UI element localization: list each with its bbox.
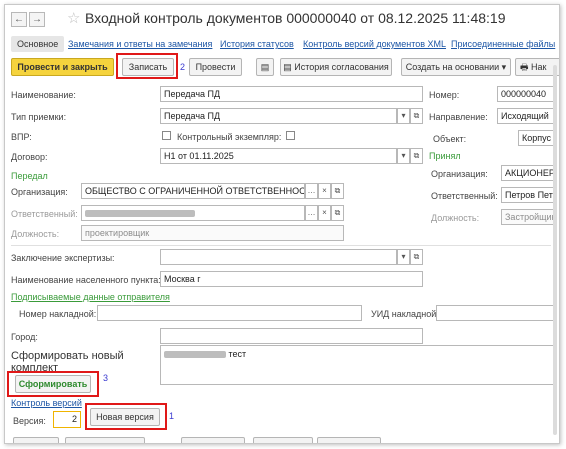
- expertise-open-icon[interactable]: ⧉: [410, 249, 423, 265]
- window-title: Входной контроль документов 000000040 от…: [85, 10, 506, 26]
- receiver-position-field: Застройщик: [501, 209, 556, 225]
- type-label: Тип приемки:: [11, 112, 67, 122]
- document-window: ← → ☆ Входной контроль документов 000000…: [4, 4, 560, 444]
- documents-icon[interactable]: ▤: [256, 58, 274, 76]
- responsible-field[interactable]: [81, 205, 305, 221]
- uid-field[interactable]: [436, 305, 556, 321]
- bottom-button-5[interactable]: [317, 437, 381, 443]
- org-field[interactable]: ОБЩЕСТВО С ОГРАНИЧЕННОЙ ОТВЕТСТВЕННОСТЬЮ: [81, 183, 305, 199]
- version-label: Версия:: [13, 416, 46, 426]
- vertical-scrollbar[interactable]: [553, 65, 557, 435]
- expertise-dropdown-icon[interactable]: ▾: [397, 249, 410, 265]
- printer-icon: 🖶: [520, 62, 529, 72]
- bottom-button-2[interactable]: [65, 437, 145, 443]
- chevron-down-icon: ▾: [501, 62, 507, 72]
- contract-field[interactable]: Н1 от 01.11.2025: [160, 148, 397, 164]
- number-field[interactable]: 000000040: [497, 86, 556, 102]
- name-field[interactable]: Передача ПД: [160, 86, 423, 102]
- type-dropdown-icon[interactable]: ▾: [397, 108, 410, 124]
- new-version-button[interactable]: Новая версия: [90, 408, 160, 426]
- forward-button[interactable]: →: [29, 12, 45, 27]
- redacted-name: [85, 210, 195, 218]
- comment-area[interactable]: тест: [160, 345, 556, 385]
- tab-main[interactable]: Основное: [11, 36, 65, 52]
- form-set-button[interactable]: Сформировать: [15, 375, 91, 393]
- redacted-text: [164, 351, 226, 359]
- contract-label: Договор:: [11, 152, 48, 162]
- receiver-org-label: Организация:: [431, 169, 488, 179]
- type-open-icon[interactable]: ⧉: [410, 108, 423, 124]
- uid-label: УИД накладной:: [371, 309, 439, 319]
- waybill-field[interactable]: [97, 305, 362, 321]
- approval-history-icon: ▤: [283, 62, 292, 72]
- bottom-button-3[interactable]: [181, 437, 245, 443]
- contract-dropdown-icon[interactable]: ▾: [397, 148, 410, 164]
- org-clear-icon[interactable]: ×: [318, 183, 331, 199]
- control-copy-label: Контрольный экземпляр:: [177, 132, 282, 142]
- position-field: проектировщик: [81, 225, 344, 241]
- city-label: Город:: [11, 332, 38, 342]
- signed-data-link[interactable]: Подписываемые данные отправителя: [11, 292, 170, 302]
- create-based-on-label: Создать на основании: [405, 62, 500, 72]
- direction-label: Направление:: [429, 112, 488, 122]
- settlement-field[interactable]: Москва г: [160, 271, 423, 287]
- responsible-open-icon[interactable]: ⧉: [331, 205, 344, 221]
- version-field[interactable]: 2: [53, 411, 81, 428]
- object-field[interactable]: Корпус 1: [518, 130, 556, 146]
- save-highlight: [116, 53, 178, 79]
- vpr-checkbox[interactable]: [162, 131, 171, 140]
- expertise-field[interactable]: [160, 249, 397, 265]
- receiver-responsible-field[interactable]: Петров Петр: [501, 187, 556, 203]
- settlement-label: Наименование населенного пункта:: [11, 275, 161, 285]
- tab-xml-versions[interactable]: Контроль версий документов XML: [303, 39, 446, 49]
- org-more-icon[interactable]: …: [305, 183, 318, 199]
- number-label: Номер:: [429, 90, 460, 100]
- control-copy-checkbox[interactable]: [286, 131, 295, 140]
- create-based-on-button[interactable]: Создать на основании ▾: [401, 58, 511, 76]
- approval-history-label: История согласования: [294, 62, 389, 72]
- name-label: Наименование:: [11, 90, 76, 100]
- print-label: Нак: [531, 62, 547, 72]
- comment-text: тест: [228, 349, 247, 359]
- responsible-more-icon[interactable]: …: [305, 205, 318, 221]
- receiver-org-field[interactable]: АКЦИОНЕРНОЕ: [501, 165, 556, 181]
- tab-status-history[interactable]: История статусов: [220, 39, 294, 49]
- city-field[interactable]: [160, 328, 423, 344]
- new-set-label-line1: Сформировать новый: [11, 350, 124, 362]
- back-button[interactable]: ←: [11, 12, 27, 27]
- divider: [11, 245, 551, 246]
- tab-remarks[interactable]: Замечания и ответы на замечания: [68, 39, 212, 49]
- post-and-close-button[interactable]: Провести и закрыть: [11, 58, 114, 76]
- contract-open-icon[interactable]: ⧉: [410, 148, 423, 164]
- org-open-icon[interactable]: ⧉: [331, 183, 344, 199]
- type-field[interactable]: Передача ПД: [160, 108, 397, 124]
- org-label: Организация:: [11, 187, 68, 197]
- direction-field[interactable]: Исходящий: [497, 108, 556, 124]
- bottom-button-4[interactable]: [253, 437, 313, 443]
- version-control-link[interactable]: Контроль версий: [11, 398, 82, 408]
- save-step-number: 2: [180, 62, 186, 72]
- receiver-section-title: Принял: [429, 151, 461, 161]
- receiver-responsible-label: Ответственный:: [431, 191, 498, 201]
- position-label: Должность:: [11, 229, 60, 239]
- waybill-label: Номер накладной:: [19, 309, 97, 319]
- responsible-clear-icon[interactable]: ×: [318, 205, 331, 221]
- post-button[interactable]: Провести: [189, 58, 242, 76]
- responsible-label: Ответственный:: [11, 209, 78, 219]
- approval-history-button[interactable]: ▤ История согласования: [280, 58, 392, 76]
- object-label: Объект:: [433, 134, 467, 144]
- tab-attached-files[interactable]: Присоединенные файлы: [451, 39, 555, 49]
- new-version-step-number: 1: [169, 411, 175, 421]
- sender-section-title: Передал: [11, 171, 48, 181]
- expertise-label: Заключение экспертизы:: [11, 253, 115, 263]
- favorite-star-icon[interactable]: ☆: [67, 9, 80, 27]
- vpr-label: ВПР:: [11, 132, 32, 142]
- receiver-position-label: Должность:: [431, 213, 480, 223]
- bottom-button-1[interactable]: [13, 437, 59, 443]
- form-step-number: 3: [103, 373, 109, 383]
